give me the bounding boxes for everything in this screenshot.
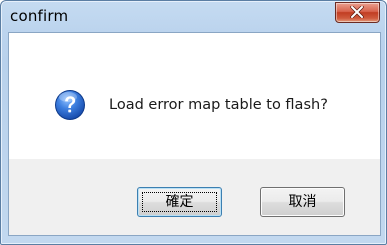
- window-title: confirm: [10, 7, 69, 25]
- close-button[interactable]: [335, 2, 380, 23]
- cancel-button[interactable]: 取消: [260, 187, 345, 217]
- cancel-button-label: 取消: [288, 194, 317, 210]
- title-bar[interactable]: confirm: [1, 1, 386, 32]
- message-area: Load error map table to flash?: [9, 33, 380, 159]
- confirm-dialog-window: confirm Load error map table to flash? 確…: [0, 0, 387, 245]
- question-icon: [55, 90, 85, 120]
- dialog-message: Load error map table to flash?: [109, 97, 328, 113]
- ok-button[interactable]: 確定: [137, 187, 222, 217]
- ok-button-label: 確定: [165, 194, 194, 210]
- close-icon: [350, 6, 364, 18]
- dialog-client-area: Load error map table to flash? 確定 取消: [8, 32, 381, 236]
